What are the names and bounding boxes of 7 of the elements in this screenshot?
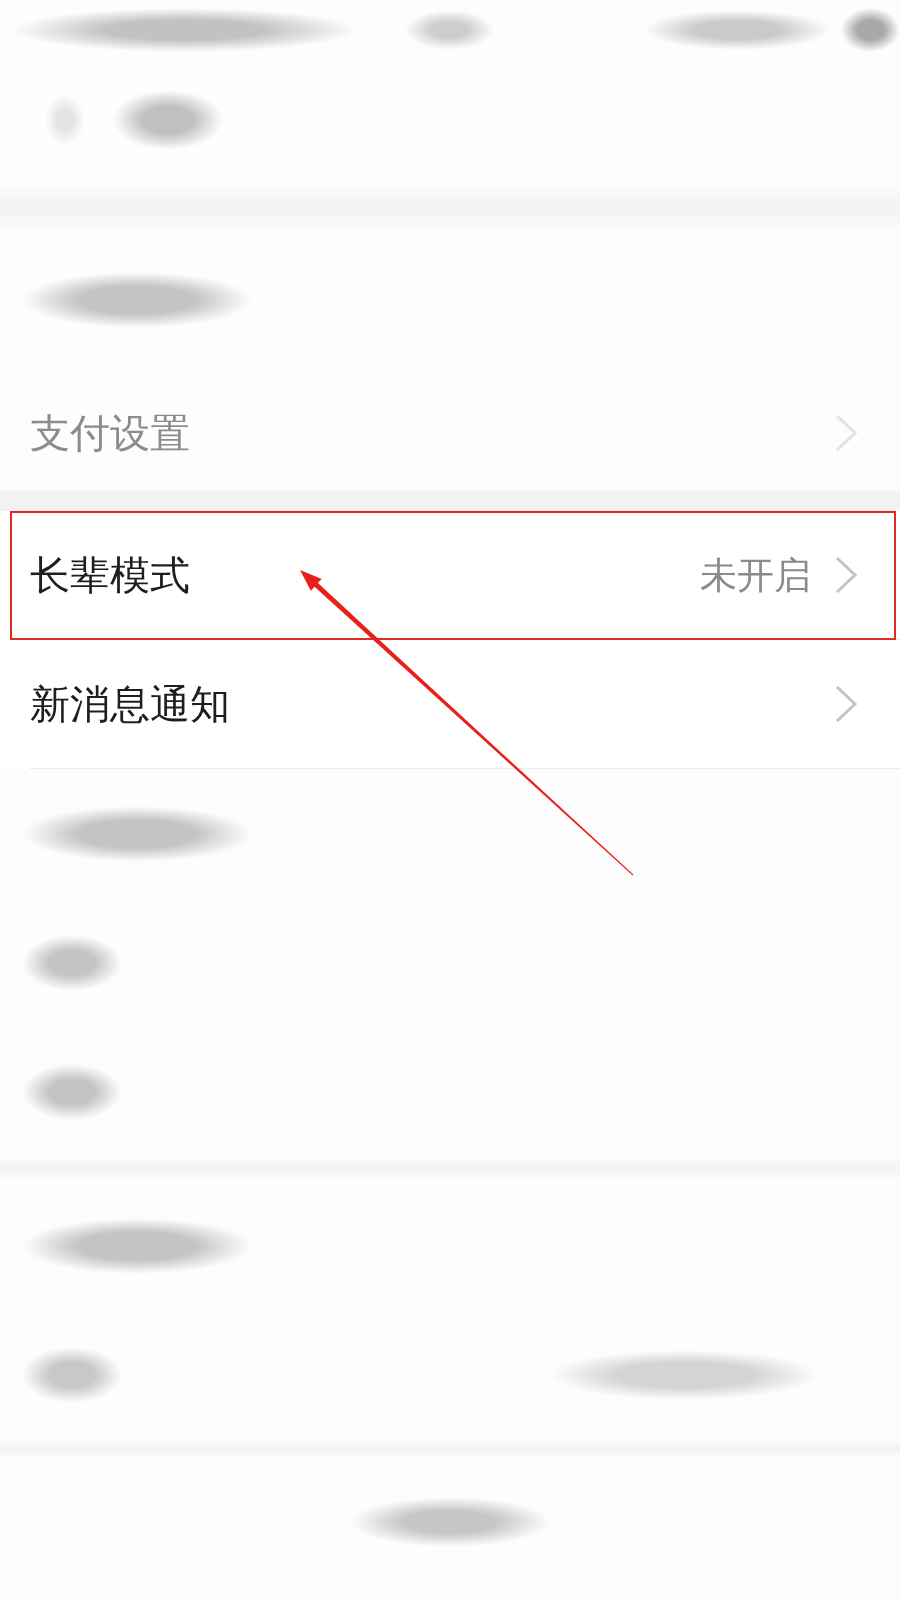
setting-label: 长辈模式 bbox=[30, 555, 190, 595]
chevron-right-icon bbox=[835, 413, 857, 452]
setting-value: 未开启 bbox=[700, 556, 811, 594]
chevron-right-icon bbox=[835, 685, 857, 723]
chevron-right-icon bbox=[835, 556, 857, 594]
setting-label: 支付设置 bbox=[30, 412, 190, 453]
setting-label: 新消息通知 bbox=[30, 684, 230, 724]
